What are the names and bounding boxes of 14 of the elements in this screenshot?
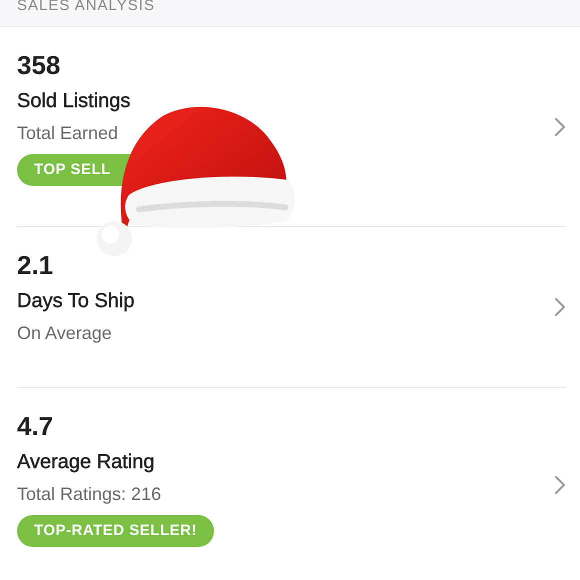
stat-title: Sold Listings [17, 89, 132, 113]
chevron-right-icon [554, 116, 566, 136]
stat-title: Days To Ship [17, 289, 136, 313]
stat-subtitle: On Average [17, 322, 113, 344]
stat-value: 358 [17, 50, 62, 80]
stat-subtitle: Total Earned [17, 122, 120, 144]
chevron-right-icon [554, 474, 566, 494]
stat-value: 4.7 [17, 411, 54, 441]
chevron-right-icon [554, 297, 566, 317]
stat-value: 2.1 [17, 250, 54, 280]
stat-row[interactable]: 4.7 Average Rating Total Ratings: 216 TOP-RATED SELLER! [17, 388, 566, 580]
seller-badge: TOP-RATED SELLER! [17, 515, 214, 547]
stat-title: Average Rating [17, 450, 156, 474]
stat-subtitle: Total Ratings: 216 [17, 483, 162, 505]
